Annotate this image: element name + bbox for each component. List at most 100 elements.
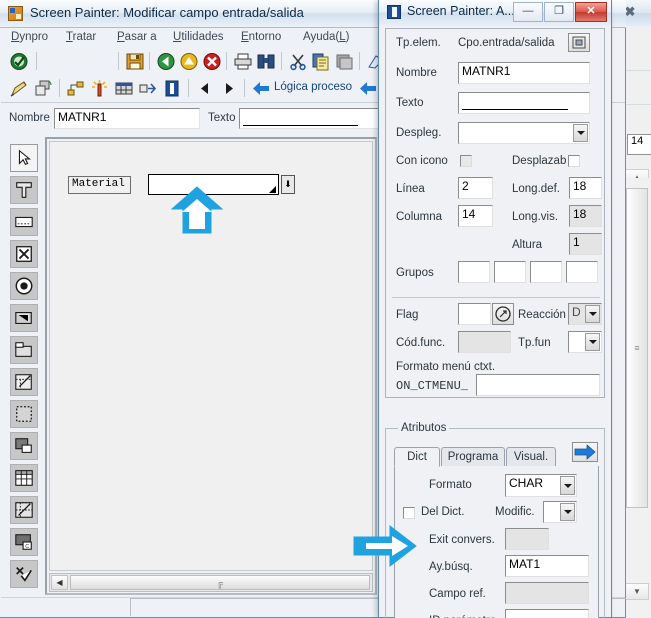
attributes-tabstrip[interactable]: Dict Programa Visual. <box>394 447 594 467</box>
con-icono-checkbox[interactable] <box>460 155 472 167</box>
copy-icon[interactable] <box>311 52 331 71</box>
cut-scissors-icon[interactable] <box>288 52 308 71</box>
input-field-tool[interactable] <box>10 208 38 236</box>
box-tool[interactable] <box>10 400 38 428</box>
left-arrow-blue-icon[interactable] <box>251 79 271 98</box>
pushbutton-tool[interactable] <box>10 304 38 332</box>
annotation-arrow-up <box>170 185 224 235</box>
table-control-icon[interactable] <box>114 79 134 98</box>
table-control-tool[interactable] <box>10 464 38 492</box>
chevron-down-icon[interactable] <box>573 124 588 142</box>
prev-arrow-icon[interactable] <box>195 79 215 98</box>
grupos-input-3[interactable] <box>530 261 562 283</box>
edit-pencil-icon[interactable] <box>9 79 29 98</box>
tp-fun-dropdown[interactable] <box>568 331 602 353</box>
dialog-nombre-input[interactable]: MATNR1 <box>458 62 590 84</box>
minimize-button[interactable]: — <box>513 2 543 22</box>
chevron-down-icon-reaccion[interactable] <box>585 305 600 323</box>
cod-func-input[interactable] <box>458 331 511 353</box>
save-icon[interactable] <box>125 52 145 71</box>
altura-input[interactable]: 1 <box>569 233 602 255</box>
scroll-thumb[interactable]: ╔ <box>70 575 370 590</box>
subscreen-tool[interactable] <box>10 368 38 396</box>
formato-dropdown[interactable]: CHAR <box>505 474 577 497</box>
screenshot-root: ✖ 14 ▲ ≡ ▼ Screen Painter: Modificar cam… <box>0 0 651 618</box>
tool-palette[interactable]: C <box>4 138 42 588</box>
custom-control-tool[interactable] <box>10 496 38 524</box>
chevron-down-icon-formato[interactable] <box>560 476 575 495</box>
find-binoculars-icon[interactable] <box>256 52 276 71</box>
exit-yellow-icon[interactable] <box>179 52 199 71</box>
grupos-input-4[interactable] <box>566 261 598 283</box>
chevron-down-icon-tpfun[interactable] <box>585 333 600 351</box>
group-box-tool[interactable] <box>10 432 38 460</box>
grupos-input-2[interactable] <box>494 261 526 283</box>
menu-item-dynpro[interactable]: Dynpro <box>11 31 48 43</box>
magnify-icon[interactable] <box>492 303 514 325</box>
long-vis-input[interactable]: 18 <box>569 205 602 227</box>
grupos-input-1[interactable] <box>458 261 490 283</box>
chevron-down-icon-modific[interactable] <box>560 503 575 521</box>
ay-busq-input[interactable]: MAT1 <box>505 555 589 577</box>
del-dict-checkbox[interactable] <box>403 507 415 519</box>
exit-convers-input[interactable] <box>505 528 549 550</box>
long-def-input[interactable]: 18 <box>569 177 602 199</box>
paste-icon[interactable] <box>334 52 354 71</box>
tab-visual[interactable]: Visual. <box>506 447 556 467</box>
properties-icon[interactable] <box>568 33 590 52</box>
bg-scrollbar-thumb[interactable]: ≡ <box>626 188 648 508</box>
canvas-horizontal-scrollbar[interactable]: ◀ ╔ <box>49 573 373 592</box>
copy-element-icon[interactable] <box>33 79 53 98</box>
dialog-texto-underline <box>462 109 568 110</box>
dialog-texto-input[interactable] <box>458 92 590 114</box>
maximize-button[interactable]: ❐ <box>544 2 574 22</box>
linea-input[interactable]: 2 <box>458 177 493 199</box>
modific-dropdown[interactable] <box>543 501 577 523</box>
menu-item-utilidades[interactable]: Utilidades <box>173 31 224 43</box>
desplazable-label: Desplazab <box>512 155 567 167</box>
check-enter-icon[interactable] <box>9 52 29 71</box>
close-button[interactable]: ✕ <box>575 2 607 22</box>
checkbox-tool[interactable] <box>10 240 38 268</box>
canvas-field-label[interactable]: Material <box>68 176 131 194</box>
despleg-dropdown[interactable] <box>458 122 590 144</box>
background-field[interactable]: 14 <box>627 134 651 155</box>
flag-input[interactable] <box>458 303 491 325</box>
pointer-tool[interactable] <box>10 144 38 172</box>
on-ctmenu-input[interactable] <box>476 374 600 396</box>
tabstrip-tool[interactable] <box>10 336 38 364</box>
menu-item-entorno[interactable]: Entorno <box>241 31 281 43</box>
columna-input[interactable]: 14 <box>458 205 493 227</box>
id-parametro-input[interactable] <box>505 609 589 618</box>
text-tool[interactable] <box>10 176 38 204</box>
radio-button-tool[interactable] <box>10 272 38 300</box>
cod-func-label: Cód.func. <box>396 337 446 349</box>
tab-programa[interactable]: Programa <box>441 447 505 467</box>
next-arrow-icon[interactable] <box>219 79 239 98</box>
tab-dict[interactable]: Dict <box>394 447 440 467</box>
desplazable-checkbox[interactable] <box>568 155 580 167</box>
cancel-red-icon[interactable] <box>202 52 222 71</box>
wizard-wand-icon[interactable] <box>90 79 110 98</box>
dialog-titlebar[interactable]: Screen Painter: A... — ❐ ✕ <box>379 0 611 27</box>
info-blue-icon[interactable] <box>162 79 182 98</box>
group-elements-icon[interactable] <box>66 79 86 98</box>
campo-ref-input[interactable] <box>505 582 589 604</box>
modific-label: Modific. <box>495 506 535 518</box>
search-help-arrow-icon[interactable]: ⬇ <box>281 175 295 194</box>
check-tool[interactable] <box>10 560 38 588</box>
menu-item-ayuda[interactable]: Ayuda(L) <box>303 31 349 43</box>
flow-logic-icon[interactable] <box>138 79 158 98</box>
print-icon[interactable] <box>233 52 253 71</box>
reaccion-dropdown[interactable]: D <box>568 303 602 325</box>
forward-arrow-icon[interactable] <box>572 442 598 462</box>
status-icon-tool[interactable]: C <box>10 528 38 556</box>
toolbar-flow-logic-label[interactable]: Lógica proceso <box>274 81 352 93</box>
menu-item-pasar-a[interactable]: Pasar a <box>117 31 157 43</box>
menu-item-tratar[interactable]: Tratar <box>66 31 96 43</box>
left-arrow-blue-icon-2[interactable] <box>358 79 378 98</box>
bg-scrollbar-down[interactable]: ▼ <box>625 583 649 600</box>
back-green-icon[interactable] <box>156 52 176 71</box>
nombre-input[interactable]: MATNR1 <box>54 108 200 129</box>
scroll-left-button[interactable]: ◀ <box>51 575 68 590</box>
